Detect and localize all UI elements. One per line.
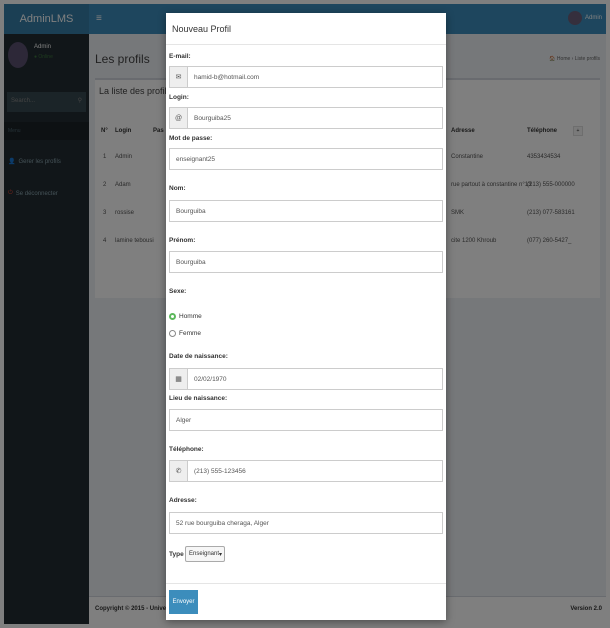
radio-femme[interactable]: Femme bbox=[169, 330, 201, 337]
email-field[interactable]: ✉ hamid-b@hotmail.com bbox=[169, 66, 443, 88]
nom-value: Bourguiba bbox=[176, 207, 206, 215]
password-value: enseignant25 bbox=[176, 155, 216, 163]
tel-field[interactable]: ✆ (213) 555-123456 bbox=[169, 460, 443, 482]
email-label: E-mail: bbox=[169, 53, 191, 60]
radio-label: Femme bbox=[179, 330, 202, 337]
password-label: Mot de passe: bbox=[169, 135, 213, 142]
radio-homme[interactable]: Homme bbox=[169, 313, 202, 320]
at-icon: @ bbox=[170, 108, 188, 128]
date-field[interactable]: ▦ 02/02/1970 bbox=[169, 368, 443, 390]
email-value: hamid-b@hotmail.com bbox=[194, 73, 260, 81]
lieu-label: Lieu de naissance: bbox=[169, 395, 228, 402]
adresse-field[interactable]: 52 rue bourguiba cheraga, Alger bbox=[169, 512, 443, 534]
lieu-field[interactable]: Alger bbox=[169, 409, 443, 431]
submit-button[interactable]: Envoyer bbox=[169, 590, 198, 614]
radio-label: Homme bbox=[179, 313, 202, 320]
lieu-value: Alger bbox=[176, 416, 192, 424]
radio-checked[interactable] bbox=[169, 313, 176, 320]
chevron-down-icon: ▾ bbox=[219, 552, 223, 558]
new-profile-modal: Nouveau Profil E-mail: ✉ hamid-b@hotmail… bbox=[166, 13, 446, 620]
radio-unchecked[interactable] bbox=[169, 330, 176, 337]
date-label: Date de naissance: bbox=[169, 353, 228, 360]
login-label: Login: bbox=[169, 94, 189, 101]
envelope-icon: ✉ bbox=[170, 67, 188, 87]
login-value: Bourguiba25 bbox=[194, 114, 231, 122]
prenom-value: Bourguiba bbox=[176, 258, 206, 266]
type-select[interactable]: Enseignant ▾ bbox=[185, 546, 225, 562]
nom-label: Nom: bbox=[169, 185, 186, 192]
login-field[interactable]: @ Bourguiba25 bbox=[169, 107, 443, 129]
sexe-label: Sexe: bbox=[169, 288, 187, 295]
type-value: Enseignant bbox=[189, 551, 220, 557]
nom-field[interactable]: Bourguiba bbox=[169, 200, 443, 222]
prenom-label: Prénom: bbox=[169, 237, 196, 244]
modal-title: Nouveau Profil bbox=[166, 13, 446, 45]
password-field[interactable]: enseignant25 bbox=[169, 148, 443, 170]
calendar-icon: ▦ bbox=[170, 369, 188, 389]
modal-footer-divider bbox=[166, 583, 446, 584]
adresse-value: 52 rue bourguiba cheraga, Alger bbox=[176, 519, 269, 527]
tel-value: (213) 555-123456 bbox=[194, 467, 246, 475]
phone-icon: ✆ bbox=[170, 461, 188, 481]
prenom-field[interactable]: Bourguiba bbox=[169, 251, 443, 273]
adresse-label: Adresse: bbox=[169, 497, 197, 504]
date-value: 02/02/1970 bbox=[194, 375, 227, 383]
tel-label: Téléphone: bbox=[169, 446, 204, 453]
